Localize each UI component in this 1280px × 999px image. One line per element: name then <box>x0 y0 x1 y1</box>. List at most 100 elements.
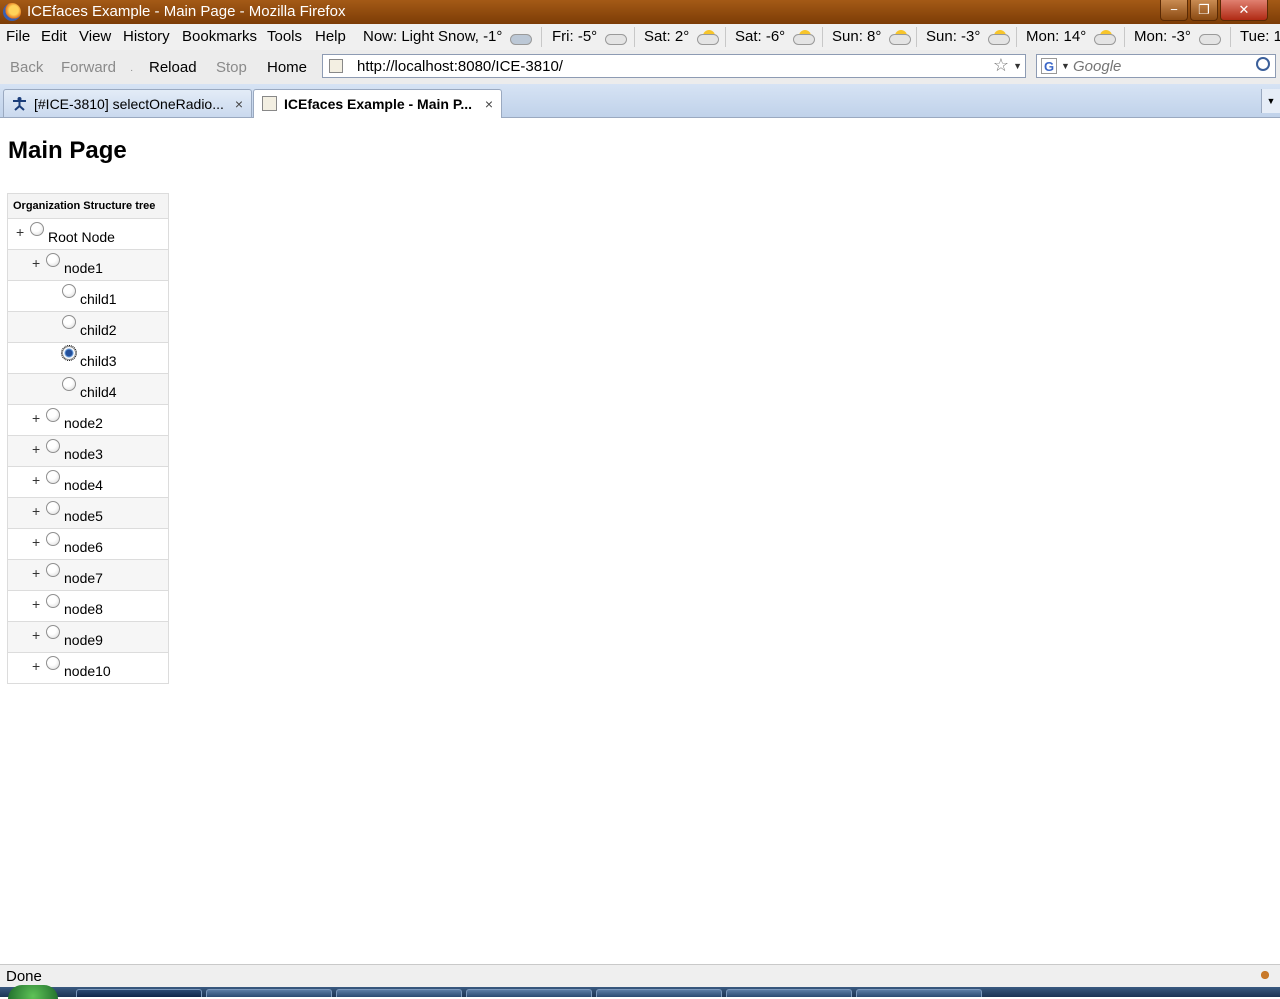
node-label[interactable]: node1 <box>64 260 103 276</box>
node-label[interactable]: node5 <box>64 508 103 524</box>
menu-tools[interactable]: Tools <box>267 28 302 46</box>
forward-button[interactable]: Forward <box>61 59 116 77</box>
node-label[interactable]: node3 <box>64 446 103 462</box>
menu-help[interactable]: Help <box>315 28 346 46</box>
minimize-button[interactable]: − <box>1160 0 1188 21</box>
history-dropdown-icon[interactable]: · <box>130 62 133 80</box>
address-bar[interactable]: ☆ ▼ <box>322 54 1026 78</box>
node-radio-button[interactable] <box>46 470 60 484</box>
node-label[interactable]: child4 <box>80 384 117 400</box>
node-label[interactable]: Root Node <box>48 229 115 245</box>
taskbar-item[interactable] <box>336 989 462 997</box>
weather-mon-2[interactable]: Mon: -3° <box>1134 28 1221 46</box>
expand-icon[interactable]: + <box>32 442 40 456</box>
window-title-bar[interactable]: ICEfaces Example - Main Page - Mozilla F… <box>0 0 1280 24</box>
expand-icon[interactable]: + <box>32 504 40 518</box>
sun-cloud-icon <box>887 30 912 46</box>
weather-sun-1[interactable]: Sun: 8° <box>832 28 912 46</box>
tree-cell: + node5 <box>7 497 169 529</box>
weather-fri[interactable]: Fri: -5° <box>552 28 628 46</box>
search-bar[interactable]: G ▼ <box>1036 54 1276 78</box>
tree-node: + node7 <box>8 560 168 590</box>
expand-icon[interactable]: + <box>32 566 40 580</box>
bookmark-star-icon[interactable]: ☆ <box>993 55 1009 76</box>
close-tab-icon[interactable]: × <box>235 97 243 111</box>
weather-sun-1-label: Sun: 8° <box>832 28 882 45</box>
node-label[interactable]: node2 <box>64 415 103 431</box>
reload-button[interactable]: Reload <box>149 59 197 77</box>
restore-button[interactable]: ❐ <box>1190 0 1218 21</box>
tree-row: + node3 <box>7 435 169 467</box>
menu-history[interactable]: History <box>123 28 170 46</box>
close-window-button[interactable]: ✕ <box>1220 0 1268 21</box>
close-tab-icon[interactable]: × <box>485 97 493 111</box>
engine-dropdown-icon[interactable]: ▼ <box>1061 61 1070 71</box>
all-tabs-dropdown-icon[interactable]: ▼ <box>1261 89 1280 113</box>
node-label[interactable]: node8 <box>64 601 103 617</box>
expand-icon[interactable]: + <box>32 535 40 549</box>
expand-icon[interactable]: + <box>32 411 40 425</box>
node-radio-button[interactable] <box>46 501 60 515</box>
sun-cloud-icon <box>986 30 1011 46</box>
tab-ice-3810[interactable]: [#ICE-3810] selectOneRadio... × <box>3 89 252 117</box>
url-dropdown-icon[interactable]: ▼ <box>1013 61 1022 71</box>
node-label[interactable]: child2 <box>80 322 117 338</box>
menu-edit[interactable]: Edit <box>41 28 67 46</box>
expand-icon[interactable]: + <box>32 659 40 673</box>
node-label[interactable]: node4 <box>64 477 103 493</box>
expand-icon[interactable]: + <box>32 473 40 487</box>
node-radio-button[interactable] <box>62 377 76 391</box>
node-radio-button[interactable] <box>46 532 60 546</box>
weather-now[interactable]: Now: Light Snow, -1° <box>363 28 533 46</box>
taskbar-item[interactable] <box>76 989 202 997</box>
node-label[interactable]: node6 <box>64 539 103 555</box>
menu-bookmarks[interactable]: Bookmarks <box>182 28 257 46</box>
taskbar-item[interactable] <box>206 989 332 997</box>
windows-taskbar <box>0 985 1280 999</box>
expand-icon[interactable]: + <box>32 256 40 270</box>
weather-sat-2[interactable]: Sat: -6° <box>735 28 816 46</box>
node-label[interactable]: node9 <box>64 632 103 648</box>
url-input[interactable] <box>357 58 957 76</box>
expand-icon[interactable]: + <box>32 597 40 611</box>
node-radio-button[interactable] <box>46 408 60 422</box>
menu-file[interactable]: File <box>6 28 30 46</box>
node-label[interactable]: child1 <box>80 291 117 307</box>
node-radio-button[interactable] <box>46 563 60 577</box>
expand-icon[interactable]: + <box>16 225 24 239</box>
home-button[interactable]: Home <box>267 59 307 77</box>
node-radio-button[interactable] <box>46 439 60 453</box>
taskbar-item[interactable] <box>726 989 852 997</box>
weather-mon-1[interactable]: Mon: 14° <box>1026 28 1117 46</box>
node-radio-button[interactable] <box>46 594 60 608</box>
back-button[interactable]: Back <box>10 59 43 77</box>
weather-sun-2[interactable]: Sun: -3° <box>926 28 1011 46</box>
firebug-icon[interactable] <box>1258 968 1272 982</box>
node-radio-button[interactable] <box>46 656 60 670</box>
node-radio-button[interactable] <box>46 253 60 267</box>
taskbar-item[interactable] <box>856 989 982 997</box>
search-icon[interactable] <box>1256 57 1270 71</box>
search-input[interactable] <box>1073 57 1253 75</box>
node-radio-button[interactable] <box>30 222 44 236</box>
node-radio-button[interactable] <box>46 625 60 639</box>
taskbar-item[interactable] <box>466 989 592 997</box>
node-radio-button[interactable] <box>62 284 76 298</box>
node-radio-button[interactable] <box>61 345 77 361</box>
google-engine-icon[interactable]: G <box>1041 58 1057 74</box>
weather-sat-1[interactable]: Sat: 2° <box>644 28 720 46</box>
node-label[interactable]: node7 <box>64 570 103 586</box>
stop-button[interactable]: Stop <box>216 59 247 77</box>
node-label[interactable]: child3 <box>80 353 117 369</box>
menu-view[interactable]: View <box>79 28 111 46</box>
expand-icon[interactable]: + <box>32 628 40 642</box>
tree-row: + node9 <box>7 621 169 653</box>
taskbar-item[interactable] <box>596 989 722 997</box>
weather-tue[interactable]: Tue: 1 <box>1240 28 1280 46</box>
node-radio-button[interactable] <box>62 315 76 329</box>
status-text: Done <box>6 968 42 985</box>
snow-cloud-icon <box>508 30 533 46</box>
tab-icefaces-example[interactable]: ICEfaces Example - Main P... × <box>253 89 502 118</box>
node-label[interactable]: node10 <box>64 663 111 679</box>
site-favicon-icon <box>329 59 343 73</box>
